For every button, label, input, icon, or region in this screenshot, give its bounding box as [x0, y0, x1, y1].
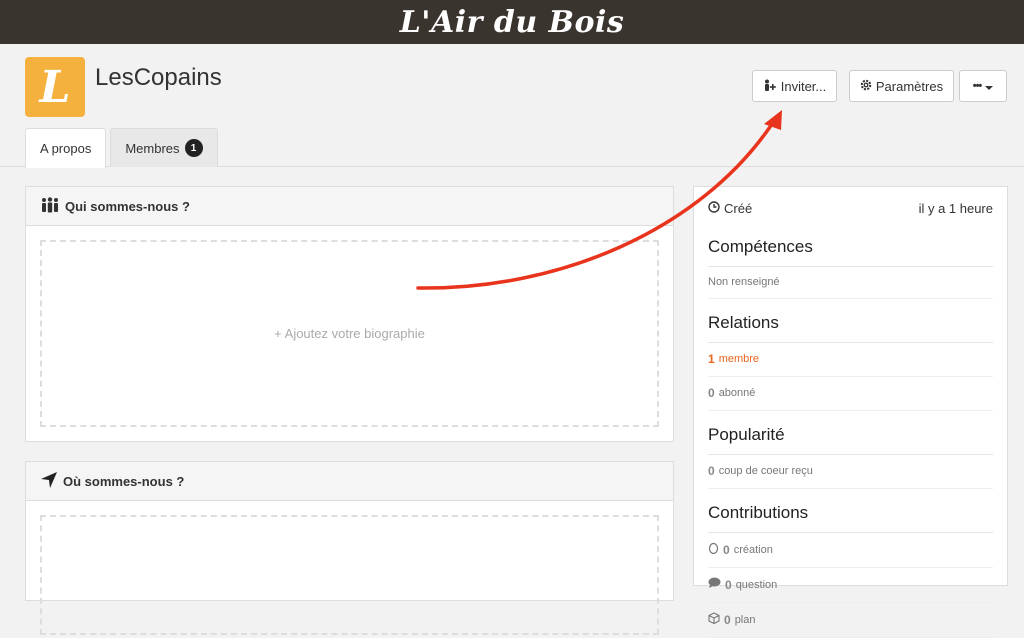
tab-members[interactable]: Membres 1: [110, 128, 218, 167]
followers-label: abonné: [718, 387, 756, 399]
group-avatar: L: [25, 57, 85, 117]
group-people-icon: [40, 196, 60, 216]
skills-value: Non renseigné: [708, 267, 993, 299]
popularity-title: Popularité: [708, 417, 993, 455]
group-name: LesCopains: [95, 64, 222, 91]
plans-count: 0: [724, 612, 731, 627]
profile-tabs: A propos Membres 1: [25, 128, 218, 168]
location-arrow-icon: [40, 471, 58, 492]
stats-sidebar: Créé il y a 1 heure Compétences Non rens…: [693, 186, 1008, 638]
gear-icon: [860, 79, 872, 94]
tab-about-label: A propos: [40, 141, 92, 156]
add-biography-label: + Ajoutez votre biographie: [274, 326, 425, 341]
questions-label: question: [735, 578, 778, 591]
more-label: •••: [972, 80, 983, 92]
followers-stat: 0 abonné: [708, 377, 993, 411]
creations-count: 0: [723, 542, 730, 557]
group-header: L LesCopains Inviter... Paramètres ••• A…: [0, 44, 1024, 168]
settings-button[interactable]: Paramètres: [849, 70, 954, 102]
followers-count: 0: [708, 386, 715, 400]
plans-stat: 0 plan: [708, 603, 993, 638]
created-label: Créé: [724, 200, 753, 216]
invite-label: Inviter...: [780, 78, 827, 94]
box-icon: [708, 612, 720, 627]
members-label: membre: [718, 353, 760, 365]
created-row: Créé il y a 1 heure: [708, 187, 993, 229]
creations-stat: 0 création: [708, 533, 993, 568]
location-panel-header: Où sommes-nous ?: [26, 462, 673, 501]
invite-button[interactable]: Inviter...: [752, 70, 837, 102]
location-panel: Où sommes-nous ?: [25, 461, 674, 635]
add-location-area[interactable]: [40, 515, 659, 635]
likes-stat: 0 coup de coeur reçu: [708, 455, 993, 489]
about-panel-title: Qui sommes-nous ?: [65, 198, 190, 214]
likes-count: 0: [708, 464, 715, 478]
tab-about[interactable]: A propos: [25, 128, 107, 168]
plans-label: plan: [734, 613, 756, 626]
created-value: il y a 1 heure: [918, 200, 993, 216]
relations-title: Relations: [708, 305, 993, 343]
questions-count: 0: [725, 577, 732, 592]
skills-value-text: Non renseigné: [708, 276, 780, 288]
members-count: 1: [708, 352, 715, 366]
creations-label: création: [733, 543, 773, 556]
egg-icon: [708, 542, 719, 557]
members-count-badge: 1: [184, 139, 203, 157]
tab-members-label: Membres: [125, 140, 180, 156]
more-menu-button[interactable]: •••: [959, 70, 1007, 102]
add-user-icon: [763, 79, 777, 94]
add-biography-area[interactable]: + Ajoutez votre biographie: [40, 240, 659, 427]
caret-down-icon: [985, 79, 994, 94]
clock-icon: [708, 200, 720, 216]
settings-label: Paramètres: [875, 78, 944, 94]
top-bar: L'Air du Bois: [0, 0, 1024, 44]
skills-title: Compétences: [708, 229, 993, 267]
likes-label: coup de coeur reçu: [718, 465, 813, 477]
site-logo[interactable]: L'Air du Bois: [400, 5, 625, 40]
location-panel-title: Où sommes-nous ?: [63, 473, 185, 489]
about-panel: Qui sommes-nous ? + Ajoutez votre biogra…: [25, 186, 674, 442]
about-panel-header: Qui sommes-nous ?: [26, 187, 673, 226]
questions-stat: 0 question: [708, 568, 993, 603]
speech-bubble-icon: [708, 577, 721, 592]
contributions-title: Contributions: [708, 495, 993, 533]
members-stat[interactable]: 1 membre: [708, 343, 993, 377]
